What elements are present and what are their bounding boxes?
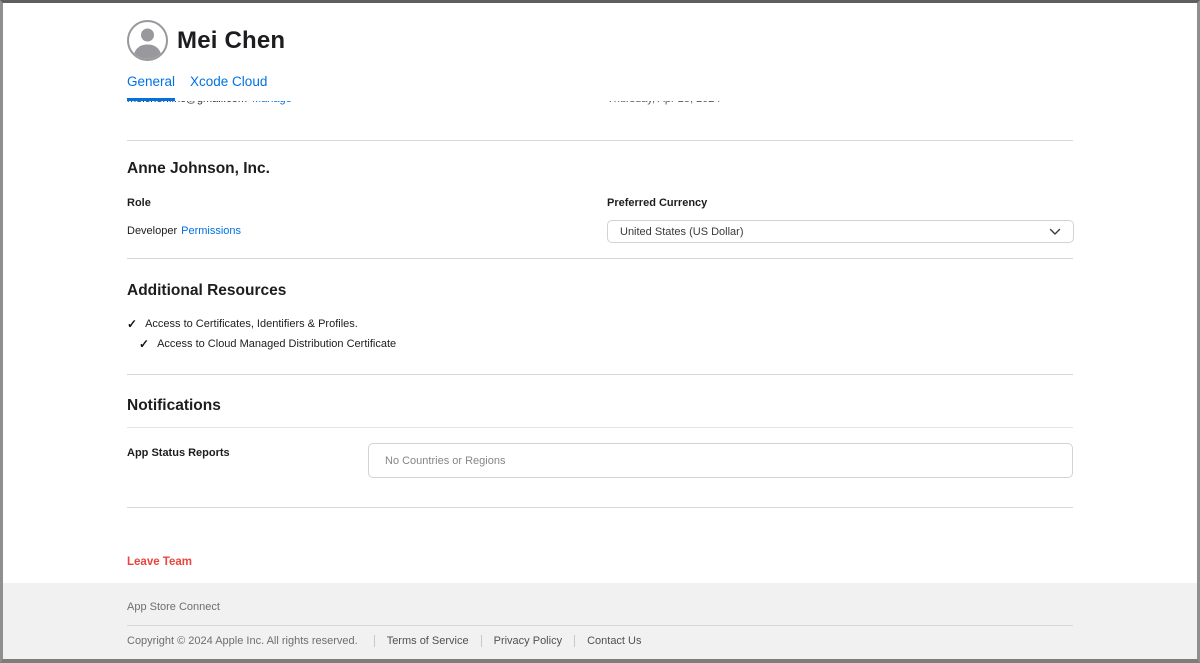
additional-resources-heading: Additional Resources (127, 282, 1073, 300)
contact-us-link[interactable]: Contact Us (587, 635, 641, 647)
avatar (127, 20, 168, 61)
check-icon: ✓ (139, 337, 149, 351)
tab-general[interactable]: General (127, 74, 175, 101)
notifications-section: Notifications App Status Reports No Coun… (127, 375, 1073, 507)
resource-item-label: Access to Cloud Managed Distribution Cer… (157, 338, 396, 350)
account-date: Thursday, Apr 25, 2024 (607, 101, 1073, 107)
role-value: Developer (127, 225, 177, 237)
countries-regions-placeholder: No Countries or Regions (385, 455, 505, 467)
resource-item-cloud-certificate: ✓ Access to Cloud Managed Distribution C… (139, 337, 1073, 351)
footer-separator (574, 635, 575, 647)
role-label: Role (127, 197, 607, 209)
page-header: Mei Chen General Xcode Cloud (3, 3, 1197, 101)
additional-resources-section: Additional Resources ✓ Access to Certifi… (127, 259, 1073, 374)
app-window: Mei Chen General Xcode Cloud meichen.inc… (0, 0, 1200, 663)
notifications-heading: Notifications (127, 397, 1073, 415)
tab-bar: General Xcode Cloud (127, 74, 1073, 101)
page-footer: App Store Connect Copyright © 2024 Apple… (3, 583, 1197, 659)
identity-row: Mei Chen (127, 20, 1073, 61)
leave-team-button[interactable]: Leave Team (127, 556, 192, 568)
page-title: Mei Chen (177, 27, 285, 55)
manage-link[interactable]: Manage (252, 101, 292, 105)
currency-select[interactable]: United States (US Dollar) (607, 220, 1074, 243)
currency-column: Preferred Currency United States (US Dol… (607, 197, 1074, 243)
check-icon: ✓ (127, 317, 137, 331)
app-status-reports-row: App Status Reports No Countries or Regio… (127, 428, 1073, 507)
chevron-down-icon (1049, 228, 1061, 236)
app-status-reports-label: App Status Reports (127, 443, 368, 478)
account-email: meichen.inc@gmail.com (127, 101, 247, 105)
resource-item-certificates: ✓ Access to Certificates, Identifiers & … (127, 317, 1073, 331)
permissions-link[interactable]: Permissions (181, 225, 241, 237)
team-name-heading: Anne Johnson, Inc. (127, 160, 1073, 178)
footer-links: Copyright © 2024 Apple Inc. All rights r… (127, 625, 1073, 647)
account-email-line: meichen.inc@gmail.com Manage (127, 101, 607, 107)
currency-selected-value: United States (US Dollar) (620, 226, 744, 238)
preferred-currency-label: Preferred Currency (607, 197, 1074, 209)
role-value-line: Developer Permissions (127, 225, 607, 237)
countries-regions-field[interactable]: No Countries or Regions (368, 443, 1073, 478)
scrolled-account-row: meichen.inc@gmail.com Manage Thursday, Ap… (127, 101, 1073, 108)
tab-xcode-cloud[interactable]: Xcode Cloud (190, 74, 267, 101)
footer-separator (481, 635, 482, 647)
footer-separator (374, 635, 375, 647)
privacy-policy-link[interactable]: Privacy Policy (494, 635, 562, 647)
resource-item-label: Access to Certificates, Identifiers & Pr… (145, 318, 358, 330)
terms-of-service-link[interactable]: Terms of Service (387, 635, 469, 647)
role-column: Role Developer Permissions (127, 197, 607, 243)
team-section: Anne Johnson, Inc. Role Developer Permiss… (127, 141, 1073, 258)
copyright-text: Copyright © 2024 Apple Inc. All rights r… (127, 635, 358, 647)
person-icon (129, 22, 166, 59)
footer-brand: App Store Connect (127, 601, 1073, 625)
